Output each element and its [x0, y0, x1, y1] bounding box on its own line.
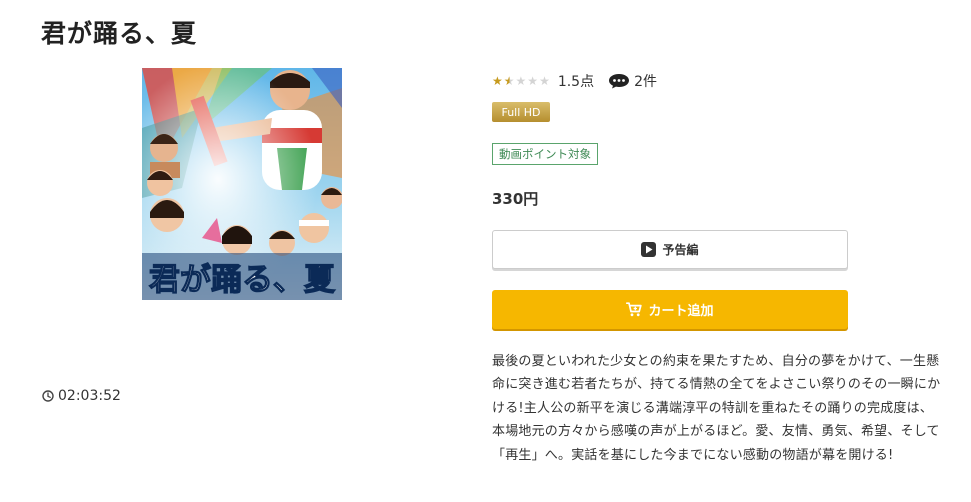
poster-title-text: 君が踊る、夏	[149, 262, 336, 297]
star-icon: ★	[492, 74, 503, 88]
trailer-button[interactable]: 予告編	[492, 230, 848, 269]
page-title: 君が踊る、夏	[41, 19, 198, 48]
play-icon	[641, 242, 657, 257]
star-rating: ★ ★ ★ ★ ★	[492, 75, 550, 87]
star-empty-icon: ★	[515, 74, 527, 88]
video-points-badge: 動画ポイント対象	[492, 143, 598, 165]
rating-row: ★ ★ ★ ★ ★ 1.5点 2件	[492, 71, 657, 91]
clock-icon	[42, 390, 54, 402]
poster-image[interactable]: 君が踊る、夏	[142, 68, 342, 300]
half-star-icon: ★	[503, 74, 515, 88]
duration-info: 02:03:52	[42, 388, 121, 404]
star-empty-icon: ★	[527, 74, 539, 88]
review-count[interactable]: 2件	[634, 71, 657, 91]
speech-bubble-icon[interactable]	[608, 73, 630, 89]
synopsis-text: 最後の夏といわれた少女との約束を果たすため、自分の夢をかけて、一生懸命に突き進む…	[492, 354, 941, 463]
cart-button-label: カート追加	[648, 304, 714, 319]
rating-score: 1.5点	[557, 74, 595, 90]
price-text: 330円	[492, 190, 539, 208]
add-to-cart-button[interactable]: カート追加	[492, 290, 848, 329]
poster-artwork: 君が踊る、夏	[142, 68, 342, 300]
star-empty-icon: ★	[539, 74, 550, 88]
cart-icon	[626, 302, 643, 317]
fullhd-badge: Full HD	[492, 102, 550, 122]
duration-text: 02:03:52	[58, 388, 121, 404]
trailer-button-label: 予告編	[662, 243, 699, 257]
